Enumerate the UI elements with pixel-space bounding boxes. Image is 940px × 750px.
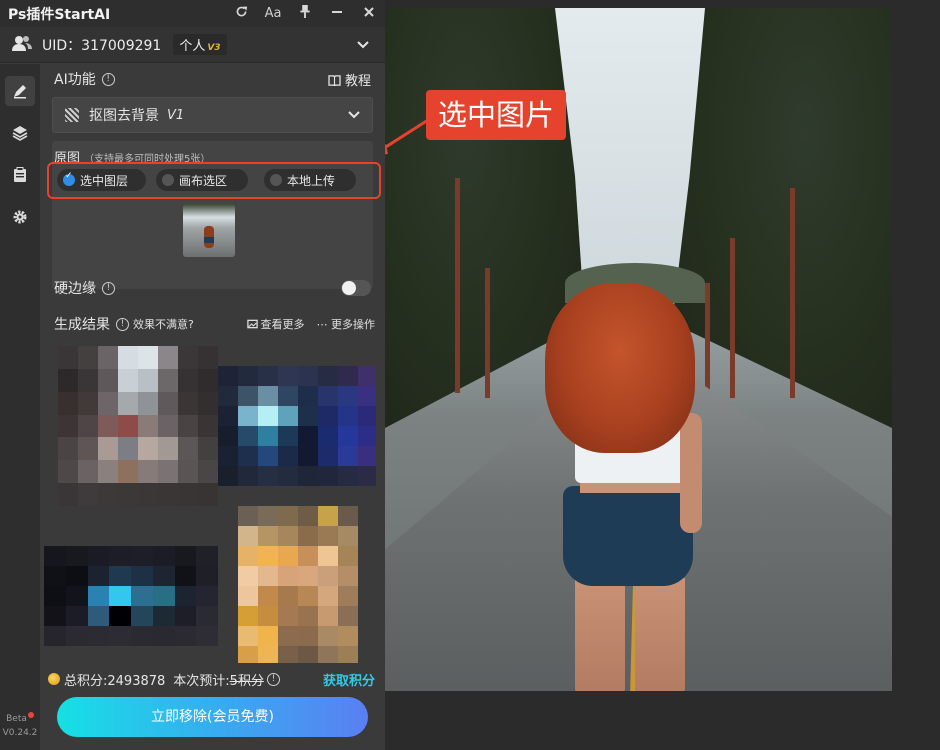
result-thumbnail-1[interactable] bbox=[58, 346, 218, 506]
get-points-link[interactable]: 获取积分 bbox=[323, 670, 375, 689]
info-icon[interactable]: ! bbox=[116, 317, 129, 331]
ai-function-header: AI功能 ! 教程 bbox=[40, 65, 385, 93]
title-bar: Ps插件StartAI Aa bbox=[0, 0, 385, 27]
unhappy-link[interactable]: 效果不满意? bbox=[133, 316, 194, 332]
tutorial-link[interactable]: 教程 bbox=[328, 70, 371, 89]
result-thumbnail-3[interactable] bbox=[44, 546, 218, 646]
user-tier: 个人 V3 bbox=[173, 34, 227, 55]
sidebar bbox=[0, 64, 40, 750]
source-thumbnail[interactable] bbox=[183, 204, 235, 257]
hard-edge-label: 硬边缘 bbox=[54, 281, 96, 297]
refresh-icon[interactable] bbox=[225, 5, 257, 22]
options-highlight-frame bbox=[47, 162, 381, 199]
plugin-panel: Ps插件StartAI Aa UID：317009291 个人 V3 Beta … bbox=[0, 0, 385, 750]
cutout-icon bbox=[65, 108, 79, 122]
coin-icon bbox=[48, 673, 60, 685]
info-icon[interactable]: ! bbox=[101, 72, 115, 86]
remove-now-button[interactable]: 立即移除(会员免费) bbox=[57, 697, 368, 737]
user-bar[interactable]: UID：317009291 个人 V3 bbox=[0, 27, 385, 63]
clipboard-icon[interactable] bbox=[5, 160, 35, 190]
pin-icon[interactable] bbox=[289, 5, 321, 22]
ai-function-label: AI功能 bbox=[54, 72, 96, 88]
results-grid bbox=[44, 346, 376, 663]
font-size-button[interactable]: Aa bbox=[257, 6, 289, 21]
chevron-down-icon[interactable] bbox=[357, 37, 369, 53]
brush-icon[interactable] bbox=[5, 76, 35, 106]
version-info: Beta V0.24.2 bbox=[2, 712, 38, 738]
function-version: V1 bbox=[167, 107, 185, 123]
chevron-down-icon bbox=[348, 108, 360, 123]
estimate-label: 本次预计: bbox=[173, 673, 230, 689]
ai-function-select[interactable]: 抠图去背景 V1 bbox=[52, 97, 373, 133]
hard-edge-row: 硬边缘 ! bbox=[40, 274, 385, 302]
selected-function: 抠图去背景 bbox=[89, 108, 159, 124]
more-ops-button[interactable]: ⋯ 更多操作 bbox=[317, 316, 376, 332]
user-id: UID：317009291 bbox=[42, 37, 162, 54]
gear-icon[interactable] bbox=[5, 202, 35, 232]
view-more-button[interactable]: 查看更多 bbox=[246, 316, 305, 332]
layers-icon[interactable] bbox=[5, 118, 35, 148]
close-icon[interactable] bbox=[353, 6, 385, 22]
info-icon[interactable]: ! bbox=[102, 281, 115, 295]
total-points: 总积分:2493878 bbox=[64, 673, 166, 689]
select-image-callout: 选中图片 bbox=[426, 90, 566, 140]
info-icon[interactable]: ! bbox=[266, 672, 280, 686]
app-title: Ps插件StartAI bbox=[8, 6, 111, 23]
minimize-icon[interactable] bbox=[321, 6, 353, 22]
estimate-value: 5积分 bbox=[229, 673, 264, 689]
hard-edge-toggle[interactable] bbox=[341, 280, 371, 296]
result-thumbnail-2[interactable] bbox=[218, 366, 376, 486]
users-icon bbox=[12, 35, 32, 55]
result-thumbnail-4[interactable] bbox=[238, 506, 358, 663]
results-header: 生成结果 ! 效果不满意? 查看更多 ⋯ 更多操作 bbox=[40, 308, 385, 340]
points-bar: 总积分:2493878 本次预计: 5积分 ! 获取积分 bbox=[40, 666, 385, 692]
results-label: 生成结果 bbox=[54, 317, 110, 333]
